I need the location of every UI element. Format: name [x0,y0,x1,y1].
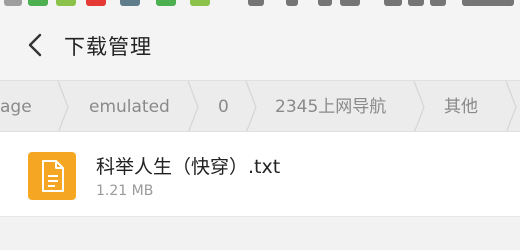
notification-icon [4,0,22,6]
empty-list-area [0,217,520,250]
chevron-right-icon [57,81,69,131]
breadcrumb-item-emulated[interactable]: emulated [89,81,170,131]
app-notification-icon [120,0,140,6]
breadcrumb: age emulated 0 2345上网导航 其他 [0,80,520,132]
status-bar [0,0,520,10]
app-notification-icon [28,0,48,6]
chevron-right-icon [505,81,517,131]
app-header: 下载管理 [0,10,520,80]
breadcrumb-item-0[interactable]: 0 [218,81,229,131]
chevron-right-icon [413,81,425,131]
file-list: 科举人生（快穿）.txt 1.21 MB [0,132,520,217]
text-file-icon [28,152,76,200]
page-title: 下载管理 [64,35,152,59]
alarm-icon [248,0,264,6]
file-size: 1.21 MB [96,183,154,199]
breadcrumb-item-other[interactable]: 其他 [444,81,478,131]
breadcrumb-item-storage[interactable]: age [0,81,32,131]
app-notification-icon [190,0,210,6]
list-item[interactable]: 科举人生（快穿）.txt 1.21 MB [0,132,520,217]
chevron-right-icon [245,81,257,131]
bluetooth-icon [286,0,298,6]
file-name: 科举人生（快穿）.txt [96,156,281,178]
network-type-icon [340,0,360,6]
network-icon [318,0,332,6]
battery-icon [430,0,446,6]
app-notification-icon [156,0,176,6]
breadcrumb-item-2345[interactable]: 2345上网导航 [275,81,386,131]
back-arrow-icon[interactable] [24,33,46,57]
app-notification-icon [56,0,76,6]
chevron-right-icon [187,81,199,131]
clock-icon [462,0,514,6]
app-notification-icon [86,0,106,6]
signal-icon [408,0,424,6]
wifi-icon [384,0,402,6]
